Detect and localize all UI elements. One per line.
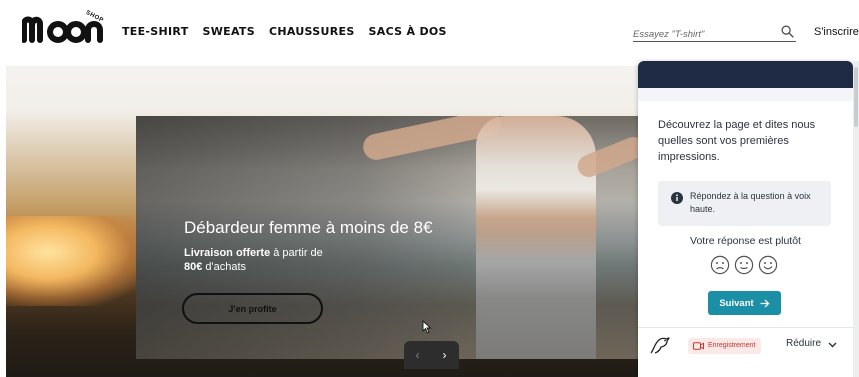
search-icon[interactable] xyxy=(781,25,794,38)
page-scrollbar[interactable] xyxy=(853,61,859,377)
panel-body: Découvrez la page et dites nous quelles … xyxy=(638,88,853,348)
nav-item-sweats[interactable]: SWEATS xyxy=(203,25,255,38)
site-header: SHOP TEE-SHIRT SWEATS CHAUSSURES SACS À … xyxy=(0,0,859,66)
hero-subtitle-bold: Livraison offerte xyxy=(184,247,271,259)
info-box: Répondez à la question à voix haute. xyxy=(658,181,831,226)
brand-bird-icon xyxy=(650,337,670,354)
nav-item-tee-shirt[interactable]: TEE-SHIRT xyxy=(122,25,189,38)
search-input[interactable] xyxy=(633,26,773,43)
panel-intro-text: Découvrez la page et dites nous quelles … xyxy=(658,119,816,163)
hero-subtitle-amount: 80€ xyxy=(184,261,203,273)
slider-prev-button[interactable]: ‹ xyxy=(404,341,431,369)
slider-controls: ‹ › xyxy=(404,341,459,369)
happy-face-icon[interactable] xyxy=(758,255,778,275)
panel-footer: Enregistrement Réduire xyxy=(638,327,853,361)
recording-label: Enregistrement xyxy=(708,342,756,349)
hero-sunset-background xyxy=(6,216,146,306)
app-frame: SHOP TEE-SHIRT SWEATS CHAUSSURES SACS À … xyxy=(0,0,859,377)
sad-face-icon[interactable] xyxy=(710,255,730,275)
info-text: Répondez à la question à voix haute. xyxy=(690,191,811,214)
hero-subtitle-text: à partir de xyxy=(270,247,323,259)
scrollbar-thumb[interactable] xyxy=(854,67,858,127)
mouse-cursor-icon xyxy=(422,320,432,334)
rating-faces xyxy=(710,255,778,275)
hero-banner: Débardeur femme à moins de 8€ Livraison … xyxy=(6,66,638,377)
chevron-down-icon[interactable] xyxy=(828,340,837,349)
arrow-right-icon xyxy=(760,299,770,307)
hero-subtitle: Livraison offerte à partir de 80€ d'acha… xyxy=(184,246,344,274)
neutral-face-icon[interactable] xyxy=(734,255,754,275)
nav-item-chaussures[interactable]: CHAUSSURES xyxy=(269,25,355,38)
main-nav: TEE-SHIRT SWEATS CHAUSSURES SACS À DOS xyxy=(122,25,461,38)
hero-title: Débardeur femme à moins de 8€ xyxy=(184,218,433,237)
question-label: Votre réponse est plutôt xyxy=(690,235,801,247)
cta-button[interactable]: J'en profite xyxy=(182,293,323,324)
slider-next-button[interactable]: › xyxy=(431,341,458,369)
signin-link[interactable]: S'inscrire xyxy=(814,26,859,38)
hero-figure xyxy=(476,116,596,359)
next-button[interactable]: Suivant xyxy=(708,291,781,315)
hero-promo-card: Débardeur femme à moins de 8€ Livraison … xyxy=(136,116,638,359)
hero-subtitle-text-2: d'achats xyxy=(202,261,247,273)
search-bar xyxy=(633,24,796,43)
feedback-panel: Découvrez la page et dites nous quelles … xyxy=(638,61,853,377)
video-camera-icon xyxy=(693,342,704,350)
info-icon xyxy=(671,192,683,204)
panel-header xyxy=(638,61,853,88)
nav-item-sacs-a-dos[interactable]: SACS À DOS xyxy=(369,25,447,38)
reduce-button[interactable]: Réduire xyxy=(786,338,821,349)
recording-badge: Enregistrement xyxy=(688,338,762,354)
next-button-label: Suivant xyxy=(719,297,754,309)
